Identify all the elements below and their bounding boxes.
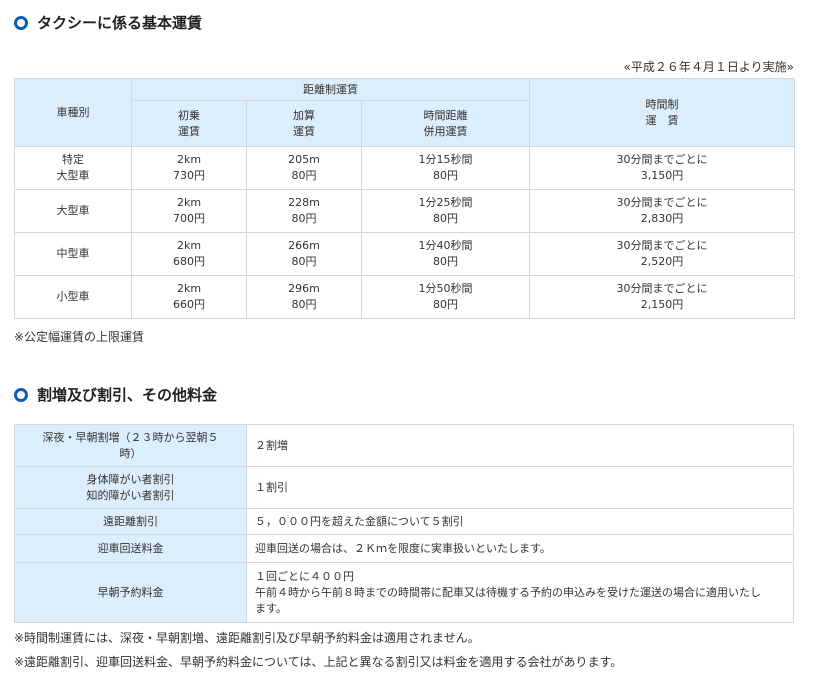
header-additional-fare: 加算 運賃 — [246, 100, 362, 147]
table-row: 遠距離割引 ５，０００円を超えた金額について５割引 — [14, 508, 794, 535]
row-label: 深夜・早朝割増（２３時から翌朝５ 時） — [14, 424, 247, 467]
page: タクシーに係る基本運賃 «平成２６年４月１日より実施» 車種別 距離制運賃 時間… — [0, 0, 814, 692]
initial-fare-cell: 2km 730円 — [131, 146, 247, 190]
fare-table-note: ※公定幅運賃の上限運賃 — [14, 330, 145, 344]
initial-fare-cell: 2km 680円 — [131, 232, 247, 276]
row-label: 遠距離割引 — [14, 508, 247, 535]
row-value: 迎車回送の場合は、２Ｋｍを限度に実車扱いといたします。 — [246, 534, 794, 563]
initial-fare-cell: 2km 700円 — [131, 189, 247, 233]
header-time-distance-fare: 時間距離 併用運賃 — [360, 100, 531, 147]
section-title-surcharge: 割増及び割引、その他料金 — [14, 384, 217, 405]
time-fare-cell: 30分間までごとに 2,830円 — [529, 189, 796, 233]
time-fare-cell: 30分間までごとに 2,520円 — [529, 232, 796, 276]
row-value: ５，０００円を超えた金額について５割引 — [246, 508, 794, 535]
header-distance-fare: 距離制運賃 — [130, 78, 531, 101]
effective-date-note: «平成２６年４月１日より実施» — [623, 60, 794, 74]
table-row: 中型車 2km 680円 266m 80円 1分40秒間 80円 30分間までごとに 2… — [14, 232, 796, 276]
header-initial-fare: 初乗 運賃 — [131, 100, 247, 147]
additional-fare-cell: 228m 80円 — [246, 189, 362, 233]
time-fare-cell: 30分間までごとに 3,150円 — [529, 146, 796, 190]
table-row: 早朝予約料金 １回ごとに４００円 午前４時から午前８時までの時間帯に配車又は待機す… — [14, 562, 794, 623]
circle-bullet-icon — [14, 15, 28, 30]
footnote-company-difference: ※遠距離割引、迎車回送料金、早朝予約料金については、上記と異なる割引又は料金を適… — [14, 655, 623, 669]
section-title-text: タクシーに係る基本運賃 — [37, 14, 203, 32]
vehicle-type-cell: 特定 大型車 — [14, 146, 132, 190]
section-title-basic-fare: タクシーに係る基本運賃 — [14, 12, 202, 33]
basic-fare-table: 車種別 距離制運賃 時間制 運 賃 初乗 運賃 加算 運賃 時間距離 併用運賃 … — [14, 78, 796, 319]
vehicle-type-cell: 小型車 — [14, 275, 132, 319]
table-row: 大型車 2km 700円 228m 80円 1分25秒間 80円 30分間までごとに 2… — [14, 189, 796, 233]
row-value: １回ごとに４００円 午前４時から午前８時までの時間帯に配車又は待機する予約の申込み… — [246, 562, 794, 623]
row-value: ２割増 — [246, 424, 794, 467]
header-time-fare: 時間制 運 賃 — [529, 78, 796, 147]
vehicle-type-cell: 中型車 — [14, 232, 132, 276]
table-row: 小型車 2km 660円 296m 80円 1分50秒間 80円 30分間までごとに 2… — [14, 275, 796, 319]
table-row: 特定 大型車 2km 730円 205m 80円 1分15秒間 80円 30分間までごと… — [14, 146, 796, 190]
row-value: １割引 — [246, 466, 794, 509]
row-label: 身体障がい者割引 知的障がい者割引 — [14, 466, 247, 509]
table-row: 深夜・早朝割増（２３時から翌朝５ 時） ２割増 — [14, 424, 794, 467]
footnote-time-fare: ※時間制運賃には、深夜・早朝割増、遠距離割引及び早朝予約料金は適用されません。 — [14, 631, 480, 645]
time-fare-cell: 30分間までごとに 2,150円 — [529, 275, 796, 319]
circle-bullet-icon — [14, 387, 28, 402]
additional-fare-cell: 296m 80円 — [246, 275, 362, 319]
time-distance-fare-cell: 1分40秒間 80円 — [360, 232, 531, 276]
additional-fare-cell: 205m 80円 — [246, 146, 362, 190]
table-row: 身体障がい者割引 知的障がい者割引 １割引 — [14, 466, 794, 509]
initial-fare-cell: 2km 660円 — [131, 275, 247, 319]
section-title-text: 割増及び割引、その他料金 — [37, 386, 218, 404]
additional-fare-cell: 266m 80円 — [246, 232, 362, 276]
table-row: 迎車回送料金 迎車回送の場合は、２Ｋｍを限度に実車扱いといたします。 — [14, 534, 794, 563]
row-label: 迎車回送料金 — [14, 534, 247, 563]
time-distance-fare-cell: 1分15秒間 80円 — [360, 146, 531, 190]
surcharge-table: 深夜・早朝割増（２３時から翌朝５ 時） ２割増 身体障がい者割引 知的障がい者割引 … — [14, 424, 794, 623]
header-vehicle-type: 車種別 — [14, 78, 132, 147]
time-distance-fare-cell: 1分50秒間 80円 — [360, 275, 531, 319]
time-distance-fare-cell: 1分25秒間 80円 — [360, 189, 531, 233]
row-label: 早朝予約料金 — [14, 562, 247, 623]
vehicle-type-cell: 大型車 — [14, 189, 132, 233]
